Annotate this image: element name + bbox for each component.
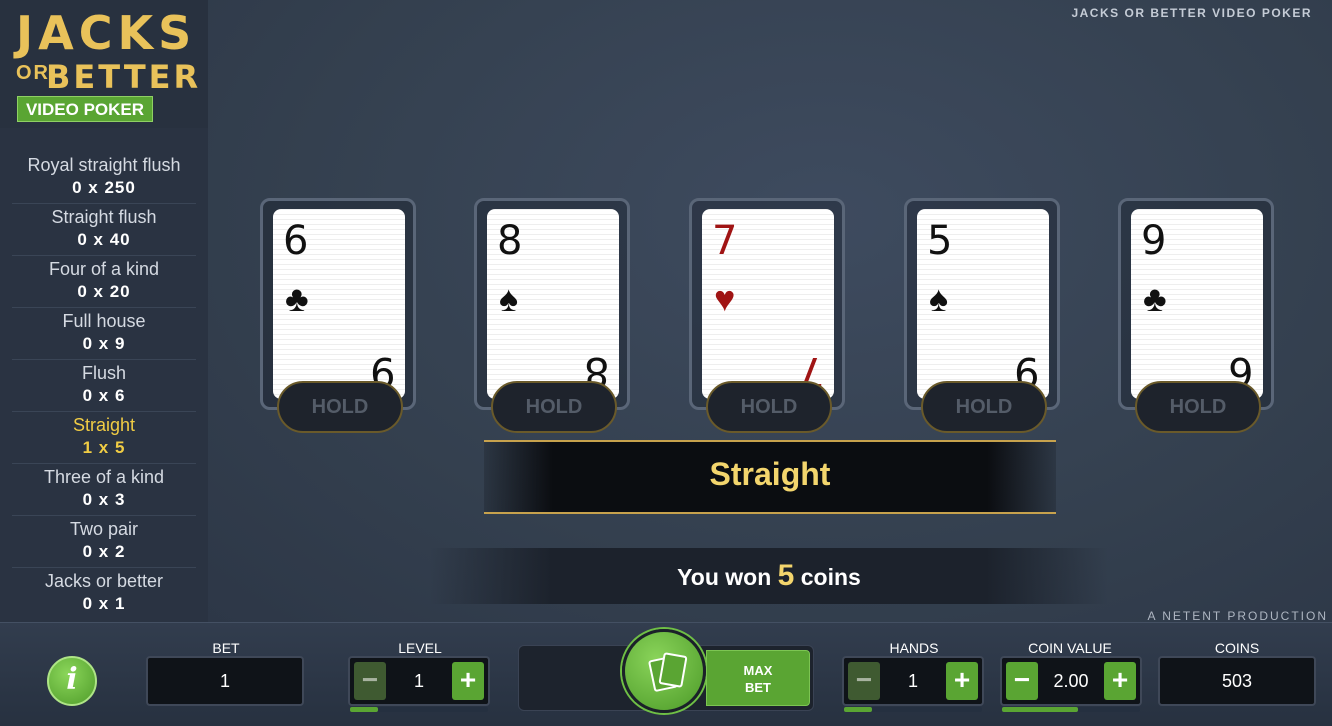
- coin-value-plus-button[interactable]: +: [1104, 662, 1136, 700]
- card-rank: 9: [1141, 218, 1167, 264]
- paytable-row: Flush 0 x 6: [12, 360, 196, 412]
- paytable-hand: Jacks or better: [44, 571, 164, 591]
- win-suffix: coins: [800, 564, 861, 590]
- hands-stepper: − 1 +: [842, 656, 984, 706]
- spade-suit-icon: ♠: [929, 278, 949, 319]
- level-value: 1: [413, 671, 424, 691]
- card-slot-3[interactable]: 7 ♥ 7 HOLD: [689, 198, 845, 433]
- hands-label: HANDS: [889, 640, 939, 656]
- info-button[interactable]: i: [47, 656, 97, 706]
- paytable-payout: 1 x 5: [82, 438, 126, 457]
- playing-card[interactable]: 6 ♣ 9: [273, 209, 405, 399]
- logo-or: OR: [16, 62, 50, 84]
- result-hand: Straight: [709, 456, 831, 492]
- paytable: Royal straight flush 0 x 250 Straight fl…: [0, 152, 208, 620]
- card-rank: 7: [712, 218, 738, 264]
- paytable-row-winning: Straight 1 x 5: [12, 412, 196, 464]
- game-logo: JACKS OR BETTER VIDEO POKER: [0, 0, 208, 128]
- result-banner: Straight: [484, 440, 1056, 514]
- card-rank: 6: [283, 218, 309, 264]
- coin-value: 2.00: [1053, 671, 1089, 691]
- paytable-hand: Two pair: [69, 519, 139, 539]
- level-progress: [350, 707, 488, 712]
- paytable-payout: 0 x 2: [82, 542, 126, 561]
- win-prefix: You won: [677, 564, 772, 590]
- paytable-row: Straight flush 0 x 40: [12, 204, 196, 256]
- sidebar: JACKS OR BETTER VIDEO POKER Royal straig…: [0, 0, 208, 622]
- hold-button[interactable]: HOLD: [491, 381, 617, 433]
- coin-value-minus-button[interactable]: −: [1006, 662, 1038, 700]
- paytable-payout: 0 x 6: [82, 386, 126, 405]
- hold-button[interactable]: HOLD: [706, 381, 832, 433]
- paytable-hand: Straight: [72, 415, 136, 435]
- logo-jacks: JACKS: [16, 6, 197, 60]
- logo-badge: VIDEO POKER: [17, 96, 153, 122]
- production-credit: A NETENT PRODUCTION: [1147, 609, 1328, 623]
- playing-card[interactable]: 5 ♠ 9: [917, 209, 1049, 399]
- level-plus-button[interactable]: +: [452, 662, 484, 700]
- paytable-hand: Four of a kind: [48, 259, 160, 279]
- paytable-row: Two pair 0 x 2: [12, 516, 196, 568]
- paytable-payout: 0 x 3: [82, 490, 126, 509]
- paytable-hand: Royal straight flush: [27, 155, 181, 175]
- heart-suit-icon: ♥: [714, 278, 736, 319]
- hands-plus-button[interactable]: +: [946, 662, 978, 700]
- win-message: You won 5 coins: [430, 548, 1108, 604]
- club-suit-icon: ♣: [1143, 278, 1167, 319]
- card-slot-2[interactable]: 8 ♠ 8 HOLD: [474, 198, 630, 433]
- coins-display: 503: [1158, 656, 1316, 706]
- level-label: LEVEL: [398, 640, 442, 656]
- playing-card[interactable]: 7 ♥ 7: [702, 209, 834, 399]
- coin-value-progress: [1002, 707, 1140, 712]
- game-title: JACKS OR BETTER VIDEO POKER: [1071, 6, 1312, 20]
- hold-button[interactable]: HOLD: [921, 381, 1047, 433]
- hold-button[interactable]: HOLD: [277, 381, 403, 433]
- coins-label: COINS: [1214, 640, 1260, 656]
- deal-button[interactable]: [622, 629, 706, 713]
- cards-icon: [647, 652, 688, 693]
- paytable-hand: Straight flush: [51, 207, 157, 227]
- bet-label: BET: [212, 640, 240, 656]
- bet-display: 1: [146, 656, 304, 706]
- max-bet-button[interactable]: MAX BET: [706, 650, 810, 706]
- playing-card[interactable]: 8 ♠ 8: [487, 209, 619, 399]
- paytable-payout: 0 x 40: [77, 230, 131, 249]
- paytable-row: Royal straight flush 0 x 250: [12, 152, 196, 204]
- hold-button[interactable]: HOLD: [1135, 381, 1261, 433]
- hands-progress: [844, 707, 982, 712]
- paytable-hand: Flush: [81, 363, 126, 383]
- paytable-payout: 0 x 9: [82, 334, 126, 353]
- card-rank: 8: [497, 218, 523, 264]
- win-amount: 5: [777, 559, 795, 592]
- paytable-hand: Full house: [62, 311, 146, 331]
- playing-card[interactable]: 9 ♣ 6: [1131, 209, 1263, 399]
- coin-value-stepper: − 2.00 +: [1000, 656, 1142, 706]
- paytable-payout: 0 x 20: [77, 282, 131, 301]
- max-bet-line1: MAX: [743, 663, 773, 678]
- card-slot-4[interactable]: 5 ♠ 9 HOLD: [904, 198, 1060, 433]
- control-bar: i BET 1 LEVEL − 1 + MAX BET HANDS − 1 + …: [0, 622, 1332, 726]
- paytable-row: Four of a kind 0 x 20: [12, 256, 196, 308]
- paytable-hand: Three of a kind: [43, 467, 165, 487]
- card-slot-5[interactable]: 9 ♣ 6 HOLD: [1118, 198, 1274, 433]
- level-minus-button[interactable]: −: [354, 662, 386, 700]
- paytable-row: Full house 0 x 9: [12, 308, 196, 360]
- paytable-payout: 0 x 250: [72, 178, 136, 197]
- paytable-payout: 0 x 1: [82, 594, 126, 613]
- card-slot-1[interactable]: 6 ♣ 9 HOLD: [260, 198, 416, 433]
- spade-suit-icon: ♠: [499, 278, 519, 319]
- logo-better: BETTER: [46, 58, 202, 96]
- paytable-row: Three of a kind 0 x 3: [12, 464, 196, 516]
- club-suit-icon: ♣: [285, 278, 309, 319]
- hands-minus-button[interactable]: −: [848, 662, 880, 700]
- hands-value: 1: [907, 671, 918, 691]
- card-rank: 5: [927, 218, 953, 264]
- level-stepper: − 1 +: [348, 656, 490, 706]
- coin-value-label: COIN VALUE: [1028, 640, 1112, 656]
- max-bet-line2: BET: [745, 680, 771, 695]
- paytable-row: Jacks or better 0 x 1: [12, 568, 196, 620]
